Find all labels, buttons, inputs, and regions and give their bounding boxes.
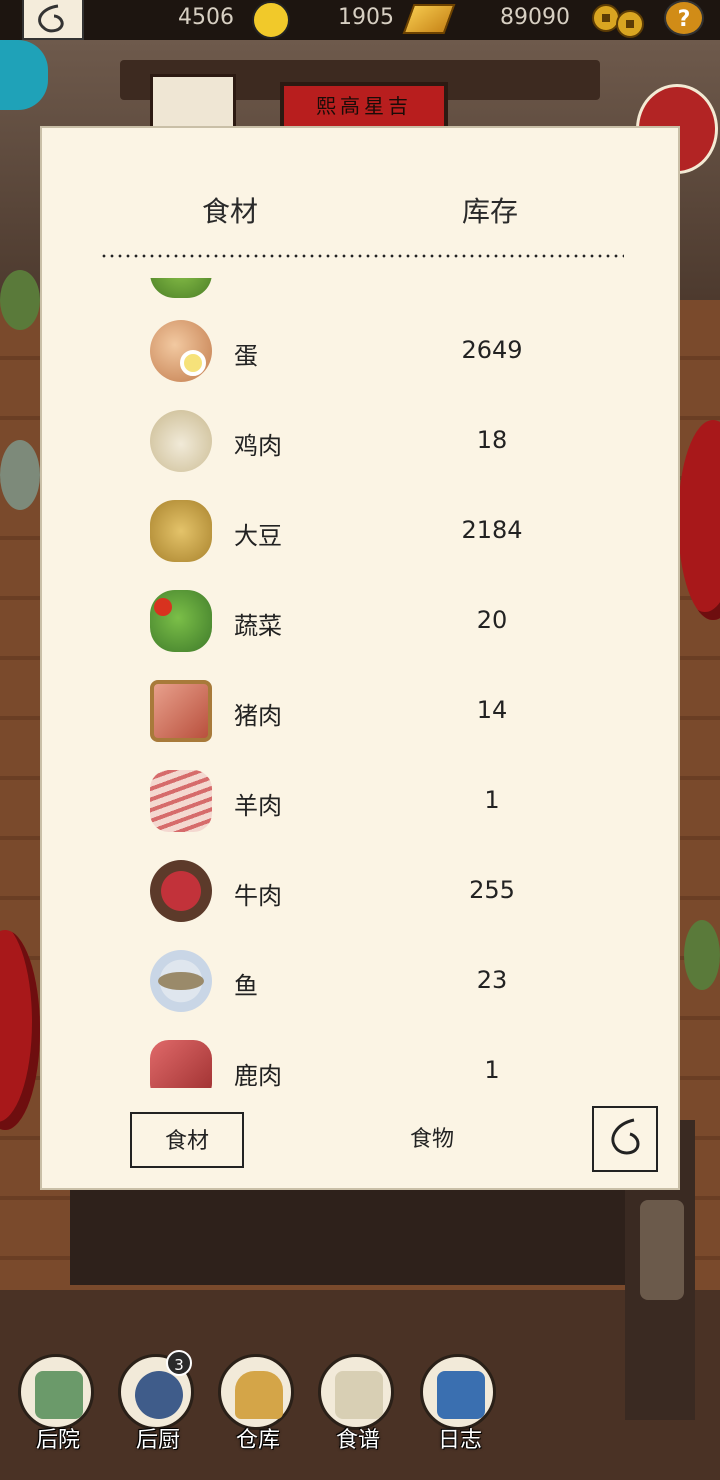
chicken-icon [150,410,212,472]
back-button[interactable] [22,0,84,40]
item-name: 蔬菜 [234,612,282,640]
item-count: 1 [484,1056,500,1084]
kitchen-badge: 3 [166,1350,192,1376]
menu-board [150,74,236,132]
item-count: 2184 [461,516,523,544]
tab-ingredients[interactable]: 食材 [130,1112,244,1168]
item-name: 猪肉 [234,702,282,730]
item-name: 蛋 [234,342,258,370]
bottom-nav: 后院 3 后厨 仓库 食谱 日志 [0,1340,720,1480]
backyard-circle [18,1354,94,1430]
back-icon [611,1118,640,1155]
beef-icon [150,860,212,922]
item-count: 2649 [461,336,523,364]
log-circle [420,1354,496,1430]
nav-label: 日志 [437,1428,482,1453]
item-name: 鱼 [234,972,258,1000]
vegetable-icon [150,590,212,652]
soybean-icon [150,500,212,562]
nav-label: 食谱 [335,1428,380,1453]
egg-icon [150,320,212,382]
coin-icon-2 [616,10,644,38]
list-item: 大豆 2184 [42,488,682,578]
shop-sign: 熙高星吉 [280,82,448,132]
list-item: 蛋 2649 [42,308,682,398]
happiness-value: 4506 [178,5,234,30]
nav-label: 后厨 [135,1428,180,1453]
close-button[interactable] [592,1106,658,1172]
log-book-icon [437,1371,485,1419]
column-ingredient: 食材 [202,195,259,228]
tab-food[interactable]: 食物 [382,1112,482,1168]
ingredient-list[interactable]: 蛋 2649 鸡肉 18 大豆 2184 蔬菜 20 猪肉 14 羊肉 1 牛肉… [42,278,682,1088]
item-name: 鸡肉 [234,432,282,460]
column-stock: 库存 [462,195,519,228]
gold-bar-icon [402,4,456,34]
smiley-icon [252,1,290,39]
item-count: 20 [476,606,508,634]
item-count: 18 [476,426,508,454]
nav-label: 仓库 [235,1428,280,1453]
header-divider [100,254,624,258]
nav-recipes[interactable]: 食谱 [318,1354,398,1464]
item-count: 23 [476,966,508,994]
item-count: 14 [476,696,508,724]
flower-pot [640,1200,684,1300]
nav-warehouse[interactable]: 仓库 [218,1354,298,1464]
warehouse-icon [235,1371,283,1419]
item-name: 鹿肉 [234,1062,282,1088]
back-icon [38,4,64,33]
venison-icon [150,1040,212,1088]
recipes-circle [318,1354,394,1430]
vase-left [0,440,40,510]
list-item: 鹿肉 1 [42,1028,682,1088]
counter [70,1185,630,1285]
plant-right [684,920,720,990]
item-name: 牛肉 [234,882,282,910]
fish-icon [150,950,212,1012]
nav-log[interactable]: 日志 [420,1354,500,1464]
list-item: 鱼 23 [42,938,682,1028]
gold-value: 1905 [338,5,394,30]
corn-icon [150,278,212,298]
list-item: 羊肉 1 [42,758,682,848]
item-count: 255 [469,876,515,904]
item-name: 大豆 [234,522,282,550]
list-item: 猪肉 14 [42,668,682,758]
plant-left [0,270,40,330]
inventory-panel: 食材 库存 蛋 2649 鸡肉 18 大豆 2184 蔬菜 20 猪肉 14 羊… [40,126,680,1190]
help-button[interactable]: ? [664,0,704,36]
list-item: 牛肉 255 [42,848,682,938]
list-item: 鸡肉 18 [42,398,682,488]
list-item: 蔬菜 20 [42,578,682,668]
event-badge[interactable] [0,40,48,110]
item-name: 羊肉 [234,792,282,820]
backyard-icon [35,1371,83,1419]
item-count: 1 [484,786,500,814]
resource-bar: 4506 1905 89090 ? [0,0,720,40]
coins-value: 89090 [500,5,570,30]
nav-backyard[interactable]: 后院 [18,1354,98,1464]
wok-icon [135,1371,183,1419]
lamb-icon [150,770,212,832]
recipe-book-icon [335,1371,383,1419]
nav-kitchen[interactable]: 3 后厨 [118,1350,198,1464]
warehouse-circle [218,1354,294,1430]
pork-icon [150,680,212,742]
nav-label: 后院 [35,1428,80,1453]
